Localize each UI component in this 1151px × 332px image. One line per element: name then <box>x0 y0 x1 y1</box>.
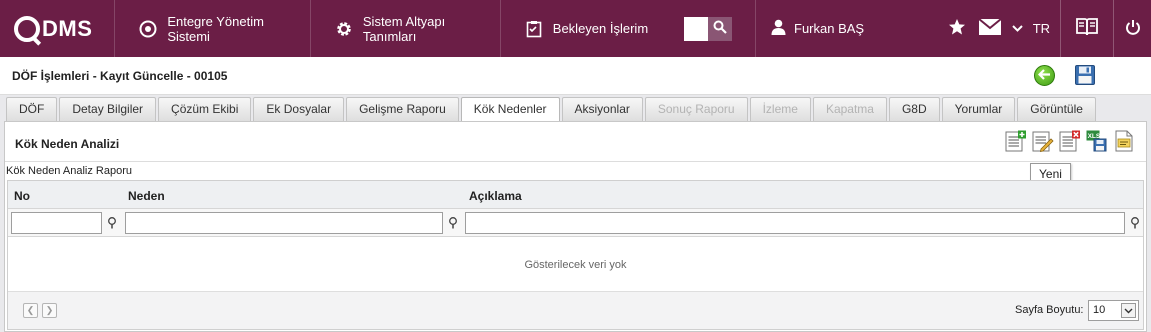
column-header-aciklama[interactable]: Açıklama <box>469 189 522 203</box>
previous-page-button[interactable]: ❮ <box>23 303 38 318</box>
filter-icon[interactable] <box>1130 217 1140 229</box>
tab-result-report: Sonuç Raporu <box>644 97 748 121</box>
tab-attachments[interactable]: Ek Dosyalar <box>253 97 345 121</box>
panel-divider <box>5 161 1146 162</box>
help-book-button[interactable] <box>1060 0 1113 57</box>
tab-view[interactable]: Görüntüle <box>1017 97 1096 121</box>
page-size-label: Sayfa Boyutu: <box>1015 304 1084 316</box>
tab-comments[interactable]: Yorumlar <box>941 97 1016 121</box>
filter-icon[interactable] <box>107 217 117 229</box>
nav-system-definitions[interactable]: Sistem Altyapı Tanımları <box>309 0 500 57</box>
search-icon <box>713 20 727 37</box>
filter-icon[interactable] <box>448 217 458 229</box>
language-code: TR <box>1032 21 1051 36</box>
tab-closing: Kapatma <box>812 97 887 121</box>
envelope-icon <box>977 18 1002 38</box>
grid-pager: ❮ ❯ Sayfa Boyutu: 10 <box>8 291 1143 329</box>
logo-text: DMS <box>42 15 93 41</box>
nav-label: Entegre Yönetim Sistemi <box>167 13 264 44</box>
search-button[interactable] <box>708 16 732 41</box>
logout-button[interactable] <box>1113 0 1151 57</box>
nav-pending-tasks[interactable]: Bekleyen İşlerim <box>499 0 684 57</box>
page-header: DÖF İşlemleri - Kayıt Güncelle - 00105 <box>0 57 1151 95</box>
tab-monitoring: İzleme <box>749 97 811 121</box>
record-tabs: DÖF Detay Bilgiler Çözüm Ekibi Ek Dosyal… <box>6 97 1098 123</box>
page-size-select[interactable]: 10 <box>1088 300 1139 321</box>
chevron-down-icon <box>1011 23 1023 35</box>
excel-export-icon: XLS <box>1086 130 1108 155</box>
back-button[interactable] <box>1034 65 1055 86</box>
root-cause-panel: Kök Neden Analizi XLS Yeni Kök Neden Ana… <box>4 121 1147 332</box>
edit-document-icon <box>1032 131 1054 155</box>
chevron-down-icon <box>1121 303 1136 318</box>
logo-q-mark <box>14 15 40 42</box>
page-title: DÖF İşlemleri - Kayıt Güncelle - 00105 <box>12 69 228 83</box>
tab-detail-info[interactable]: Detay Bilgiler <box>59 97 157 121</box>
search-area <box>684 0 732 57</box>
tab-g8d[interactable]: G8D <box>888 97 940 121</box>
column-header-neden[interactable]: Neden <box>128 189 165 203</box>
book-icon <box>1076 17 1098 40</box>
search-input[interactable] <box>684 16 708 41</box>
delete-document-icon <box>1059 130 1081 155</box>
clipboard-icon <box>525 20 543 38</box>
top-navigation-bar: DMS Entegre Yönetim Sistemi Sistem Altya… <box>0 0 1151 57</box>
power-icon <box>1125 19 1141 39</box>
gear-icon <box>335 20 353 38</box>
floppy-disk-icon <box>1075 65 1095 88</box>
next-page-button[interactable]: ❯ <box>42 303 57 318</box>
edit-record-button[interactable] <box>1032 130 1054 155</box>
user-name: Furkan BAŞ <box>794 21 865 36</box>
filter-input-neden[interactable] <box>125 212 443 234</box>
nav-integrated-management[interactable]: Entegre Yönetim Sistemi <box>114 0 310 57</box>
grid-filter-row <box>8 209 1143 237</box>
user-icon <box>771 19 786 38</box>
root-cause-grid: No Neden Açıklama Gösterilecek veri yok … <box>7 180 1144 330</box>
grid-toolbar: XLS <box>1005 130 1140 155</box>
grid-header-row: No Neden Açıklama <box>8 181 1143 209</box>
arrow-left-icon <box>1037 68 1051 83</box>
page-size-value: 10 <box>1093 304 1106 316</box>
chevron-left-icon: ❮ <box>26 305 35 315</box>
user-menu[interactable]: Furkan BAŞ <box>755 0 941 57</box>
delete-record-button[interactable] <box>1059 130 1081 152</box>
nav-label: Bekleyen İşlerim <box>552 21 649 36</box>
star-icon <box>948 18 966 39</box>
new-record-button[interactable] <box>1005 130 1027 152</box>
language-selector[interactable]: TR <box>1006 0 1060 57</box>
tab-actions[interactable]: Aksiyonlar <box>561 97 643 121</box>
report-button[interactable] <box>1113 130 1135 152</box>
filter-input-no[interactable] <box>11 212 102 234</box>
tab-dof[interactable]: DÖF <box>6 97 58 121</box>
report-label: Kök Neden Analiz Raporu <box>6 165 132 177</box>
export-excel-button[interactable]: XLS <box>1086 130 1108 152</box>
tab-solution-team[interactable]: Çözüm Ekibi <box>158 97 252 121</box>
report-document-icon <box>1113 130 1135 155</box>
empty-grid-message: Gösterilecek veri yok <box>524 259 627 271</box>
column-header-no[interactable]: No <box>14 189 30 203</box>
filter-input-aciklama[interactable] <box>465 212 1125 234</box>
add-document-icon <box>1005 130 1027 155</box>
save-button[interactable] <box>1075 65 1095 85</box>
messages-button[interactable] <box>974 0 1006 57</box>
chevron-right-icon: ❯ <box>45 305 54 315</box>
tab-root-causes[interactable]: Kök Nedenler <box>460 97 560 123</box>
favorites-button[interactable] <box>941 0 973 57</box>
target-icon <box>139 20 157 38</box>
qdms-logo[interactable]: DMS <box>0 0 114 57</box>
nav-label: Sistem Altyapı Tanımları <box>362 13 446 44</box>
panel-title: Kök Neden Analizi <box>15 137 120 151</box>
tab-progress-report[interactable]: Gelişme Raporu <box>346 97 459 121</box>
